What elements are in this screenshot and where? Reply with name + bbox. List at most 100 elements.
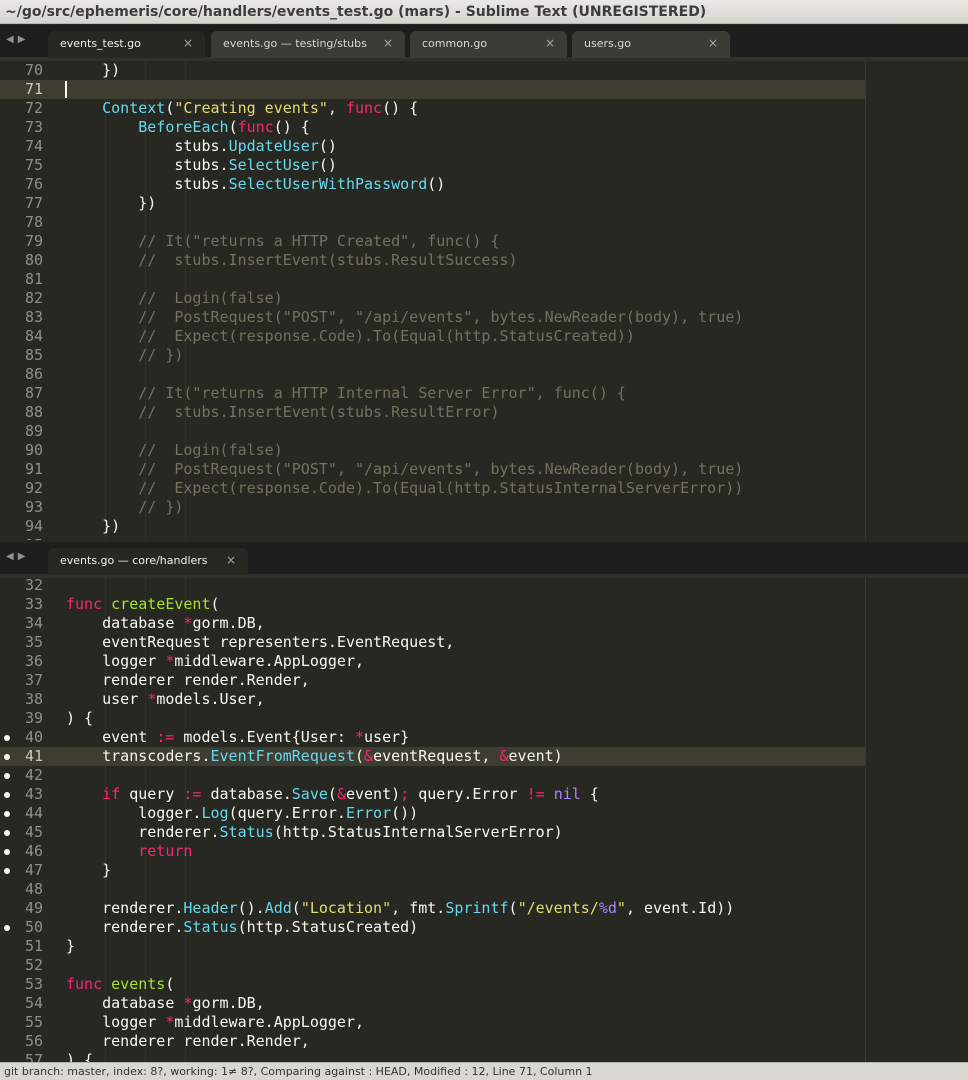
- line-number: 89: [24, 422, 43, 440]
- code-token: ) {: [66, 709, 94, 727]
- code-line[interactable]: 90 // Login(false): [0, 441, 865, 460]
- code-text: // stubs.InsertEvent(stubs.ResultError): [66, 403, 499, 422]
- minimap[interactable]: [866, 61, 968, 540]
- code-line[interactable]: 46 return: [0, 842, 865, 861]
- code-text: // It("returns a HTTP Internal Server Er…: [66, 384, 626, 403]
- code-token: renderer render.Render,: [66, 671, 310, 689]
- code-line[interactable]: 49 renderer.Header().Add("Location", fmt…: [0, 899, 865, 918]
- code-token: logger: [66, 1013, 166, 1031]
- code-line[interactable]: 77 }): [0, 194, 865, 213]
- minimap[interactable]: [866, 578, 968, 1062]
- tab-nav-arrows[interactable]: ◀▶: [6, 551, 29, 562]
- line-number: 42: [24, 766, 43, 784]
- code-text: // }): [66, 346, 183, 365]
- code-text: func createEvent(: [66, 595, 220, 614]
- code-line[interactable]: 53 func events(: [0, 975, 865, 994]
- code-line[interactable]: 43 if query := database.Save(&event); qu…: [0, 785, 865, 804]
- code-line[interactable]: 86: [0, 365, 865, 384]
- code-line[interactable]: 76 stubs.SelectUserWithPassword(): [0, 175, 865, 194]
- tab-forward-arrow-icon[interactable]: ▶: [18, 34, 30, 45]
- close-icon[interactable]: ×: [183, 36, 193, 50]
- code-line[interactable]: 50 renderer.Status(http.StatusCreated): [0, 918, 865, 937]
- code-line[interactable]: 79 // It("returns a HTTP Created", func(…: [0, 232, 865, 251]
- code-line[interactable]: 34 database *gorm.DB,: [0, 614, 865, 633]
- close-icon[interactable]: ×: [383, 36, 393, 50]
- tab-events-test[interactable]: events_test.go ×: [48, 31, 205, 58]
- code-token: (: [210, 595, 220, 613]
- code-line[interactable]: 81: [0, 270, 865, 289]
- code-line[interactable]: 75 stubs.SelectUser(): [0, 156, 865, 175]
- code-line[interactable]: 74 stubs.UpdateUser(): [0, 137, 865, 156]
- close-icon[interactable]: ×: [226, 553, 236, 567]
- tab-users[interactable]: users.go ×: [572, 31, 730, 58]
- code-line[interactable]: 39) {: [0, 709, 865, 728]
- code-line[interactable]: 52: [0, 956, 865, 975]
- code-line[interactable]: 73 BeforeEach(func() {: [0, 118, 865, 137]
- code-line[interactable]: 36 logger *middleware.AppLogger,: [0, 652, 865, 671]
- code-line[interactable]: 41 transcoders.EventFromRequest(&eventRe…: [0, 747, 865, 766]
- tab-nav-arrows[interactable]: ◀▶: [6, 34, 29, 45]
- code-line[interactable]: 57) {: [0, 1051, 865, 1062]
- code-line[interactable]: 51}: [0, 937, 865, 956]
- code-line[interactable]: 89: [0, 422, 865, 441]
- code-text: func events(: [66, 975, 174, 994]
- code-line[interactable]: 84 // Expect(response.Code).To(Equal(htt…: [0, 327, 865, 346]
- code-line[interactable]: 48: [0, 880, 865, 899]
- line-number: 71: [24, 80, 43, 98]
- code-line[interactable]: 78: [0, 213, 865, 232]
- tab-back-arrow-icon[interactable]: ◀: [6, 551, 18, 562]
- code-line[interactable]: 35 eventRequest representers.EventReques…: [0, 633, 865, 652]
- code-line[interactable]: 40 event := models.Event{User: *user}: [0, 728, 865, 747]
- editor-pane-top[interactable]: 70 }) 71 72 Context("Creating events", fun…: [0, 61, 968, 540]
- code-token: }): [66, 194, 157, 212]
- code-line[interactable]: 56 renderer render.Render,: [0, 1032, 865, 1051]
- line-number: 88: [24, 403, 43, 421]
- code-line[interactable]: 71: [0, 80, 865, 99]
- code-line[interactable]: 91 // PostRequest("POST", "/api/events",…: [0, 460, 865, 479]
- code-text: user *models.User,: [66, 690, 265, 709]
- code-token: user}: [364, 728, 410, 746]
- code-line[interactable]: 94 }): [0, 517, 865, 536]
- code-line[interactable]: 93 // }): [0, 498, 865, 517]
- tab-back-arrow-icon[interactable]: ◀: [6, 34, 18, 45]
- code-line[interactable]: 33 func createEvent(: [0, 595, 865, 614]
- code-line[interactable]: 85 // }): [0, 346, 865, 365]
- code-line[interactable]: 38 user *models.User,: [0, 690, 865, 709]
- code-line[interactable]: 47 }: [0, 861, 865, 880]
- code-text: renderer.Status(http.StatusCreated): [66, 918, 418, 937]
- editor-pane-bottom[interactable]: 32 33 func createEvent(34 database *gorm.D…: [0, 578, 968, 1062]
- line-number: 32: [24, 578, 43, 594]
- code-token: (): [427, 175, 446, 193]
- tab-events-stubs[interactable]: events.go — testing/stubs ×: [211, 31, 405, 58]
- code-line[interactable]: 54 database *gorm.DB,: [0, 994, 865, 1013]
- code-token: (http.StatusCreated): [237, 918, 419, 936]
- line-number: 79: [24, 232, 43, 250]
- tab-events-handlers[interactable]: events.go — core/handlers ×: [48, 548, 248, 575]
- code-line[interactable]: 82 // Login(false): [0, 289, 865, 308]
- code-line[interactable]: 44 logger.Log(query.Error.Error()): [0, 804, 865, 823]
- code-line[interactable]: 83 // PostRequest("POST", "/api/events",…: [0, 308, 865, 327]
- code-text: }): [66, 61, 120, 80]
- code-line[interactable]: 80 // stubs.InsertEvent(stubs.ResultSucc…: [0, 251, 865, 270]
- tab-common[interactable]: common.go ×: [410, 31, 567, 58]
- line-number: 50: [24, 918, 43, 936]
- close-icon[interactable]: ×: [545, 36, 555, 50]
- code-text: // }): [66, 498, 183, 517]
- code-line[interactable]: 92 // Expect(response.Code).To(Equal(htt…: [0, 479, 865, 498]
- code-line[interactable]: 88 // stubs.InsertEvent(stubs.ResultErro…: [0, 403, 865, 422]
- code-line[interactable]: 32: [0, 578, 865, 595]
- code-line[interactable]: 55 logger *middleware.AppLogger,: [0, 1013, 865, 1032]
- tab-forward-arrow-icon[interactable]: ▶: [18, 551, 30, 562]
- code-line[interactable]: 70 }): [0, 61, 865, 80]
- code-line[interactable]: 42: [0, 766, 865, 785]
- code-line[interactable]: 72 Context("Creating events", func() {: [0, 99, 865, 118]
- close-icon[interactable]: ×: [708, 36, 718, 50]
- code-text: ) {: [66, 709, 93, 728]
- code-line[interactable]: 95: [0, 536, 865, 540]
- tab-label: events.go — testing/stubs: [223, 37, 367, 50]
- tab-label: events_test.go: [60, 37, 141, 50]
- code-line[interactable]: 45 renderer.Status(http.StatusInternalSe…: [0, 823, 865, 842]
- code-line[interactable]: 37 renderer render.Render,: [0, 671, 865, 690]
- code-line[interactable]: 87 // It("returns a HTTP Internal Server…: [0, 384, 865, 403]
- code-text: // It("returns a HTTP Created", func() {: [66, 232, 499, 251]
